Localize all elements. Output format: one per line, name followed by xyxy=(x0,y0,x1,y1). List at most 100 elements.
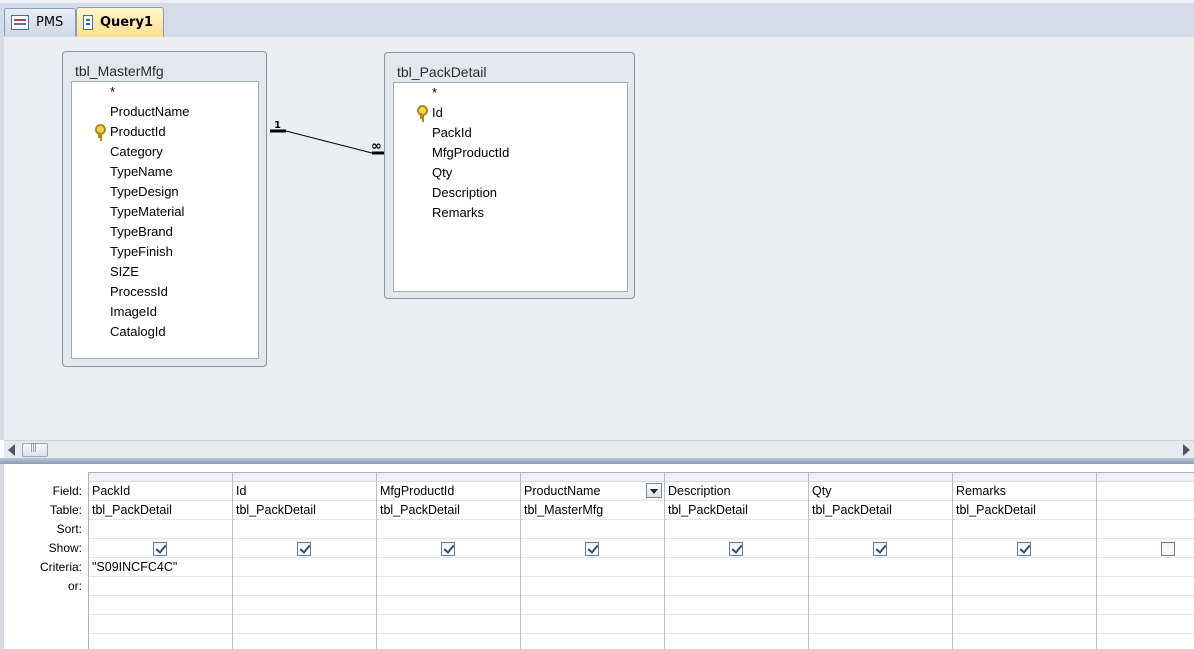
show-checkbox[interactable] xyxy=(1161,542,1175,556)
show-cell[interactable] xyxy=(89,539,232,558)
field-item[interactable]: CatalogId xyxy=(110,322,166,342)
field-item-primary-key[interactable]: Id xyxy=(432,103,443,123)
field-list-detail-title[interactable]: tbl_PackDetail xyxy=(397,64,487,80)
show-cell[interactable] xyxy=(665,539,808,558)
field-item[interactable]: * xyxy=(432,83,437,103)
or-cell[interactable] xyxy=(521,634,664,649)
criteria-cell[interactable] xyxy=(521,558,664,577)
or-cell[interactable] xyxy=(377,577,520,596)
field-item[interactable]: ProductName xyxy=(110,102,189,122)
field-item[interactable]: PackId xyxy=(432,123,472,143)
table-cell[interactable]: tbl_PackDetail xyxy=(233,501,376,520)
grid-columns[interactable]: PackId tbl_PackDetail "S09INCFC4C" Id tb… xyxy=(88,472,1194,649)
design-horizontal-scrollbar[interactable] xyxy=(4,440,1194,458)
criteria-cell[interactable] xyxy=(809,558,952,577)
column-selector[interactable] xyxy=(521,473,664,482)
show-checkbox[interactable] xyxy=(153,542,167,556)
field-list-detail[interactable]: tbl_PackDetail * Id PackId MfgProductId … xyxy=(384,52,635,299)
field-item-primary-key[interactable]: ProductId xyxy=(110,122,166,142)
table-cell[interactable]: tbl_PackDetail xyxy=(377,501,520,520)
grid-column[interactable]: Description tbl_PackDetail xyxy=(665,473,809,649)
show-cell[interactable] xyxy=(233,539,376,558)
or-cell[interactable] xyxy=(233,596,376,615)
or-cell[interactable] xyxy=(1097,615,1194,634)
or-cell[interactable] xyxy=(953,634,1096,649)
or-cell[interactable] xyxy=(233,577,376,596)
criteria-cell[interactable] xyxy=(233,558,376,577)
table-cell[interactable] xyxy=(1097,501,1194,520)
query-design-surface[interactable]: 1 ∞ tbl_MasterMfg * ProductName ProductI… xyxy=(0,37,1194,440)
field-list-master-title[interactable]: tbl_MasterMfg xyxy=(75,63,164,79)
or-cell[interactable] xyxy=(1097,596,1194,615)
criteria-cell[interactable]: "S09INCFC4C" xyxy=(89,558,232,577)
chevron-down-icon[interactable] xyxy=(646,483,662,498)
or-cell[interactable] xyxy=(89,615,232,634)
column-selector[interactable] xyxy=(89,473,232,482)
sort-cell[interactable] xyxy=(665,520,808,539)
show-checkbox[interactable] xyxy=(297,542,311,556)
field-cell[interactable] xyxy=(1097,482,1194,501)
or-cell[interactable] xyxy=(89,577,232,596)
show-cell[interactable] xyxy=(1097,539,1194,558)
field-cell[interactable]: Remarks xyxy=(953,482,1096,501)
or-cell[interactable] xyxy=(953,596,1096,615)
column-selector[interactable] xyxy=(953,473,1096,482)
show-cell[interactable] xyxy=(377,539,520,558)
show-cell[interactable] xyxy=(953,539,1096,558)
or-cell[interactable] xyxy=(665,615,808,634)
field-cell[interactable]: PackId xyxy=(89,482,232,501)
show-checkbox[interactable] xyxy=(729,542,743,556)
or-cell[interactable] xyxy=(953,577,1096,596)
field-item[interactable]: TypeDesign xyxy=(110,182,179,202)
tab-query1[interactable]: Query1 xyxy=(76,7,164,37)
column-selector[interactable] xyxy=(377,473,520,482)
query-design-grid[interactable]: Field: Table: Sort: Show: Criteria: or: … xyxy=(0,464,1194,649)
sort-cell[interactable] xyxy=(233,520,376,539)
grid-column[interactable]: Id tbl_PackDetail xyxy=(233,473,377,649)
or-cell[interactable] xyxy=(953,615,1096,634)
column-selector[interactable] xyxy=(1097,473,1194,482)
or-cell[interactable] xyxy=(1097,577,1194,596)
column-selector[interactable] xyxy=(809,473,952,482)
sort-cell[interactable] xyxy=(953,520,1096,539)
or-cell[interactable] xyxy=(377,615,520,634)
or-cell[interactable] xyxy=(377,634,520,649)
sort-cell[interactable] xyxy=(89,520,232,539)
show-checkbox[interactable] xyxy=(585,542,599,556)
or-cell[interactable] xyxy=(377,596,520,615)
field-cell[interactable]: Description xyxy=(665,482,808,501)
sort-cell[interactable] xyxy=(1097,520,1194,539)
or-cell[interactable] xyxy=(233,615,376,634)
field-cell[interactable]: Id xyxy=(233,482,376,501)
show-cell[interactable] xyxy=(521,539,664,558)
or-cell[interactable] xyxy=(521,577,664,596)
table-cell[interactable]: tbl_PackDetail xyxy=(953,501,1096,520)
show-checkbox[interactable] xyxy=(873,542,887,556)
grid-column[interactable]: MfgProductId tbl_PackDetail xyxy=(377,473,521,649)
grid-column[interactable]: PackId tbl_PackDetail "S09INCFC4C" xyxy=(89,473,233,649)
or-cell[interactable] xyxy=(665,596,808,615)
field-item[interactable]: Remarks xyxy=(432,203,484,223)
criteria-cell[interactable] xyxy=(665,558,808,577)
field-item[interactable]: TypeBrand xyxy=(110,222,173,242)
or-cell[interactable] xyxy=(665,577,808,596)
field-item[interactable]: Description xyxy=(432,183,497,203)
show-cell[interactable] xyxy=(809,539,952,558)
field-item[interactable]: TypeFinish xyxy=(110,242,173,262)
table-cell[interactable]: tbl_MasterMfg xyxy=(521,501,664,520)
or-cell[interactable] xyxy=(521,615,664,634)
field-cell[interactable]: MfgProductId xyxy=(377,482,520,501)
column-selector[interactable] xyxy=(233,473,376,482)
or-cell[interactable] xyxy=(1097,634,1194,649)
field-cell-active[interactable]: ProductName xyxy=(521,482,664,501)
sort-cell[interactable] xyxy=(521,520,664,539)
show-checkbox[interactable] xyxy=(441,542,455,556)
or-cell[interactable] xyxy=(89,634,232,649)
or-cell[interactable] xyxy=(809,634,952,649)
field-item[interactable]: TypeMaterial xyxy=(110,202,184,222)
grid-column[interactable]: Remarks tbl_PackDetail xyxy=(953,473,1097,649)
criteria-cell[interactable] xyxy=(953,558,1096,577)
criteria-cell[interactable] xyxy=(377,558,520,577)
criteria-cell[interactable] xyxy=(1097,558,1194,577)
or-cell[interactable] xyxy=(809,615,952,634)
